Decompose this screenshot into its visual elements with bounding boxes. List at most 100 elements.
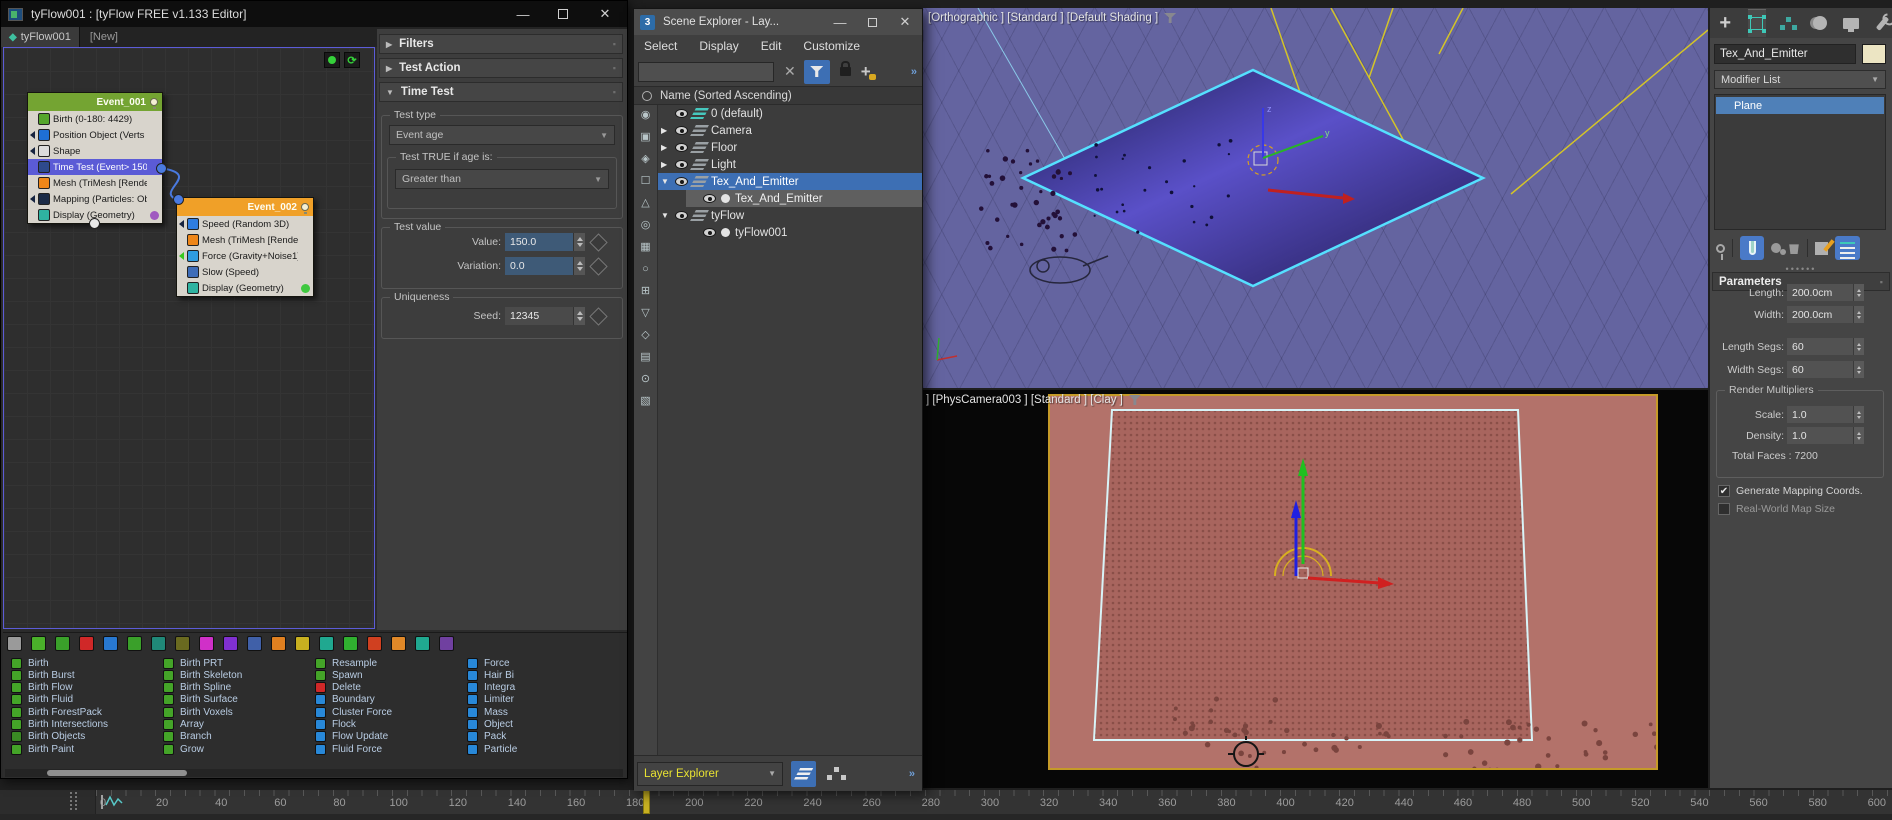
viewport-label[interactable]: [Orthographic ] [Standard ] [Default Sha…: [928, 12, 1176, 24]
variation-field[interactable]: 0.0: [505, 257, 573, 275]
spinner[interactable]: [1853, 406, 1864, 423]
configure-modifier-icon[interactable]: [1815, 242, 1828, 255]
parameter-value-field[interactable]: 1.0: [1787, 427, 1853, 444]
depot-operator[interactable]: Resample: [315, 657, 465, 669]
plane-object[interactable]: [1023, 70, 1483, 286]
depot-operator[interactable]: Force: [467, 657, 617, 669]
parameter-value-field[interactable]: 60: [1787, 338, 1853, 355]
node-header[interactable]: Event_001: [28, 93, 162, 111]
expand-arrow-icon[interactable]: ▼: [661, 177, 670, 186]
operator-row[interactable]: Birth (0-180: 4429): [28, 111, 162, 127]
node-event-002[interactable]: Event_002 Speed (Random 3D): [176, 197, 314, 297]
tab-tyflow001[interactable]: ◆ tyFlow001: [1, 27, 80, 47]
minimize-button[interactable]: —: [503, 1, 543, 27]
eye-icon[interactable]: [675, 177, 688, 186]
depot-tab-icon[interactable]: [247, 636, 262, 651]
depot-operator[interactable]: Birth Flow: [11, 682, 161, 694]
spinner[interactable]: [573, 257, 585, 275]
tree-row[interactable]: ▼ tyFlow: [658, 207, 922, 224]
display-filter-icon[interactable]: ▧: [640, 395, 650, 407]
depot-operator[interactable]: Birth Voxels: [163, 706, 313, 718]
pin-stack-icon[interactable]: [1716, 244, 1725, 253]
depot-operator[interactable]: Hair Bi: [467, 669, 617, 681]
time-slider[interactable]: [643, 790, 650, 814]
parameter-value-field[interactable]: 1.0: [1787, 406, 1853, 423]
funnel-icon[interactable]: [1164, 13, 1176, 23]
menu-item[interactable]: Edit: [761, 39, 782, 53]
name-column-header[interactable]: Name (Sorted Ascending): [634, 87, 922, 105]
spinner[interactable]: [1853, 306, 1864, 323]
depot-operator[interactable]: Birth ForestPack: [11, 706, 161, 718]
depot-tab-icon[interactable]: [343, 636, 358, 651]
viewport-label-text[interactable]: ] [PhysCamera003 ] [Standard ] [Clay ]: [926, 394, 1123, 406]
tree-row[interactable]: ▶ Floor: [658, 139, 922, 156]
parameter-value-field[interactable]: 200.0cm: [1787, 284, 1853, 301]
scrollbar-thumb[interactable]: [47, 770, 187, 776]
eye-icon[interactable]: [675, 126, 688, 135]
operator-row[interactable]: Shape: [28, 143, 162, 159]
explorer-type-dropdown[interactable]: Layer Explorer ▼: [637, 762, 783, 786]
lightbulb-icon[interactable]: [150, 98, 158, 106]
depot-operator[interactable]: Birth Fluid: [11, 694, 161, 706]
depot-tab-icon[interactable]: [7, 636, 22, 651]
filter-button-active[interactable]: [804, 60, 830, 84]
depot-operator[interactable]: Birth PRT: [163, 657, 313, 669]
depot-operator[interactable]: Object: [467, 718, 617, 730]
depot-tab-icon[interactable]: [55, 636, 70, 651]
depot-tab-icon[interactable]: [199, 636, 214, 651]
depot-operator[interactable]: Flow Update: [315, 731, 465, 743]
search-input[interactable]: [638, 62, 774, 82]
depot-tab-icon[interactable]: [223, 636, 238, 651]
display-filter-icon[interactable]: ◉: [641, 109, 651, 121]
operator-row[interactable]: Mapping (Particles: Objects): [28, 191, 162, 207]
depot-scrollbar[interactable]: [5, 769, 623, 777]
depot-tab-icon[interactable]: [319, 636, 334, 651]
expand-arrow-icon[interactable]: ▶: [661, 143, 670, 152]
depot-operator[interactable]: Cluster Force: [315, 706, 465, 718]
depot-tab-icon[interactable]: [439, 636, 454, 651]
hierarchy-view-button[interactable]: [824, 761, 849, 787]
display-filter-icon[interactable]: ▽: [641, 307, 649, 319]
display-filter-icon[interactable]: ▣: [640, 131, 650, 143]
expand-arrow-icon[interactable]: ▶: [661, 126, 670, 135]
depot-tab-icon[interactable]: [79, 636, 94, 651]
add-layer-button[interactable]: +: [861, 62, 871, 82]
depot-operator[interactable]: Fluid Force: [315, 743, 465, 755]
operator-row[interactable]: Speed (Random 3D): [177, 216, 313, 232]
depot-tab-icon[interactable]: [391, 636, 406, 651]
menu-item[interactable]: Select: [644, 39, 677, 53]
depot-operator[interactable]: Birth: [11, 657, 161, 669]
expand-arrow-icon[interactable]: ▼: [661, 211, 670, 220]
depot-operator[interactable]: Array: [163, 718, 313, 730]
tree-row[interactable]: ▶ Light: [658, 156, 922, 173]
depot-operator[interactable]: Integra: [467, 682, 617, 694]
modify-tab[interactable]: [1748, 9, 1767, 37]
overflow-chevron[interactable]: »: [911, 66, 916, 78]
depot-operator[interactable]: Spawn: [315, 669, 465, 681]
tree-row[interactable]: Tex_And_Emitter: [686, 190, 922, 207]
lightbulb-icon[interactable]: [301, 203, 309, 211]
eye-icon[interactable]: [675, 143, 688, 152]
checkbox-checked[interactable]: ✔: [1718, 485, 1730, 497]
operator-row[interactable]: Slow (Speed): [177, 264, 313, 280]
viewport-orthographic[interactable]: z y [Orthographic ] [Standard ] [Default…: [923, 8, 1708, 388]
minimize-button[interactable]: —: [824, 9, 856, 35]
display-filter-icon[interactable]: ◇: [641, 329, 649, 341]
display-filter-icon[interactable]: ⊞: [641, 285, 650, 297]
depot-operator[interactable]: Flock: [315, 718, 465, 730]
depot-tab-icon[interactable]: [271, 636, 286, 651]
depot-operator[interactable]: Birth Objects: [11, 731, 161, 743]
seed-field[interactable]: 12345: [505, 307, 573, 325]
depot-operator[interactable]: Mass: [467, 706, 617, 718]
create-tab[interactable]: +: [1716, 9, 1735, 37]
spinner[interactable]: [1853, 284, 1864, 301]
depot-operator[interactable]: Grow: [163, 743, 313, 755]
node-event-001[interactable]: Event_001 Birth (0-180: 4429): [27, 92, 163, 224]
event-output-port[interactable]: [89, 218, 100, 229]
depot-operator[interactable]: Birth Burst: [11, 669, 161, 681]
spinner[interactable]: [573, 233, 585, 251]
remove-modifier-icon[interactable]: [1788, 242, 1800, 254]
filters-rollout[interactable]: ▶ Filters ▪: [379, 34, 623, 54]
eye-icon[interactable]: [675, 109, 688, 118]
editor-titlebar[interactable]: tyFlow001 : [tyFlow FREE v1.133 Editor] …: [1, 1, 627, 27]
